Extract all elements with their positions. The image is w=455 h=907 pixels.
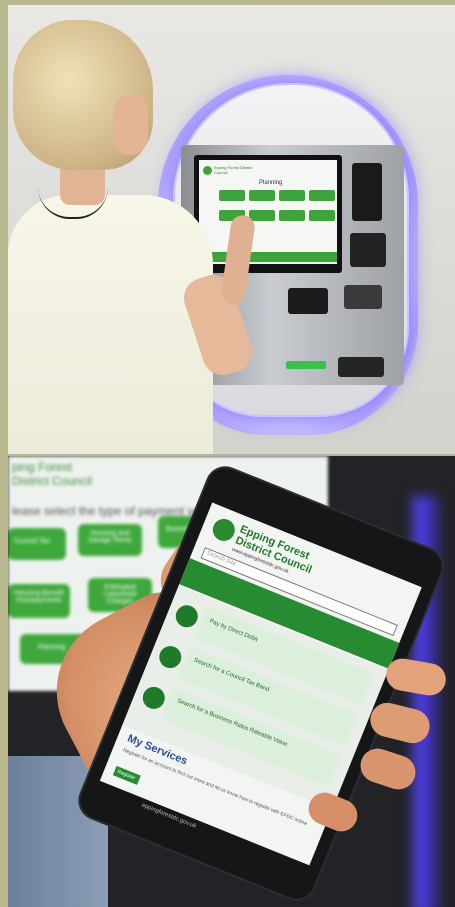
background-logo-line2: District Council	[12, 474, 93, 488]
background-tile: Council Tax	[8, 528, 66, 560]
register-button[interactable]: Register	[112, 765, 141, 785]
background-tile: Housing and Garage Rents	[78, 524, 142, 556]
kiosk-tile[interactable]	[249, 210, 275, 221]
card-reader	[352, 163, 382, 221]
background-logo-line1: ping Forest	[12, 460, 73, 474]
woman-body	[8, 195, 213, 454]
kiosk-tile[interactable]	[309, 190, 335, 201]
kiosk-tile[interactable]	[219, 190, 245, 201]
finger	[356, 744, 420, 794]
photo-collage: Epping Forest District Council Planning	[0, 0, 455, 907]
kiosk-logo	[203, 166, 212, 175]
kiosk-tile[interactable]	[309, 210, 335, 221]
kiosk-screen-display: Epping Forest District Council Planning	[199, 160, 337, 264]
smartphone-photo: ping Forest District Council lease selec…	[8, 456, 455, 907]
kiosk-heading: Planning	[259, 180, 283, 186]
kiosk-footer-bar	[199, 252, 337, 262]
kiosk-screen: Epping Forest District Council Planning	[194, 155, 342, 273]
kiosk-photo: Epping Forest District Council Planning	[8, 5, 455, 454]
background-tile: Housing Benefit Overpayments	[8, 584, 70, 618]
woman-face	[113, 95, 148, 155]
cash-slot	[288, 288, 328, 314]
kiosk-logo-text: Epping Forest District Council	[214, 165, 253, 175]
kiosk-tile[interactable]	[279, 190, 305, 201]
coin-slot	[344, 285, 382, 309]
phone-logo-icon	[209, 515, 239, 545]
kiosk-tile[interactable]	[249, 190, 275, 201]
dispenser-tray	[338, 357, 384, 377]
kiosk-tile[interactable]	[279, 210, 305, 221]
receipt-slot	[350, 233, 386, 267]
green-indicator	[286, 361, 326, 369]
